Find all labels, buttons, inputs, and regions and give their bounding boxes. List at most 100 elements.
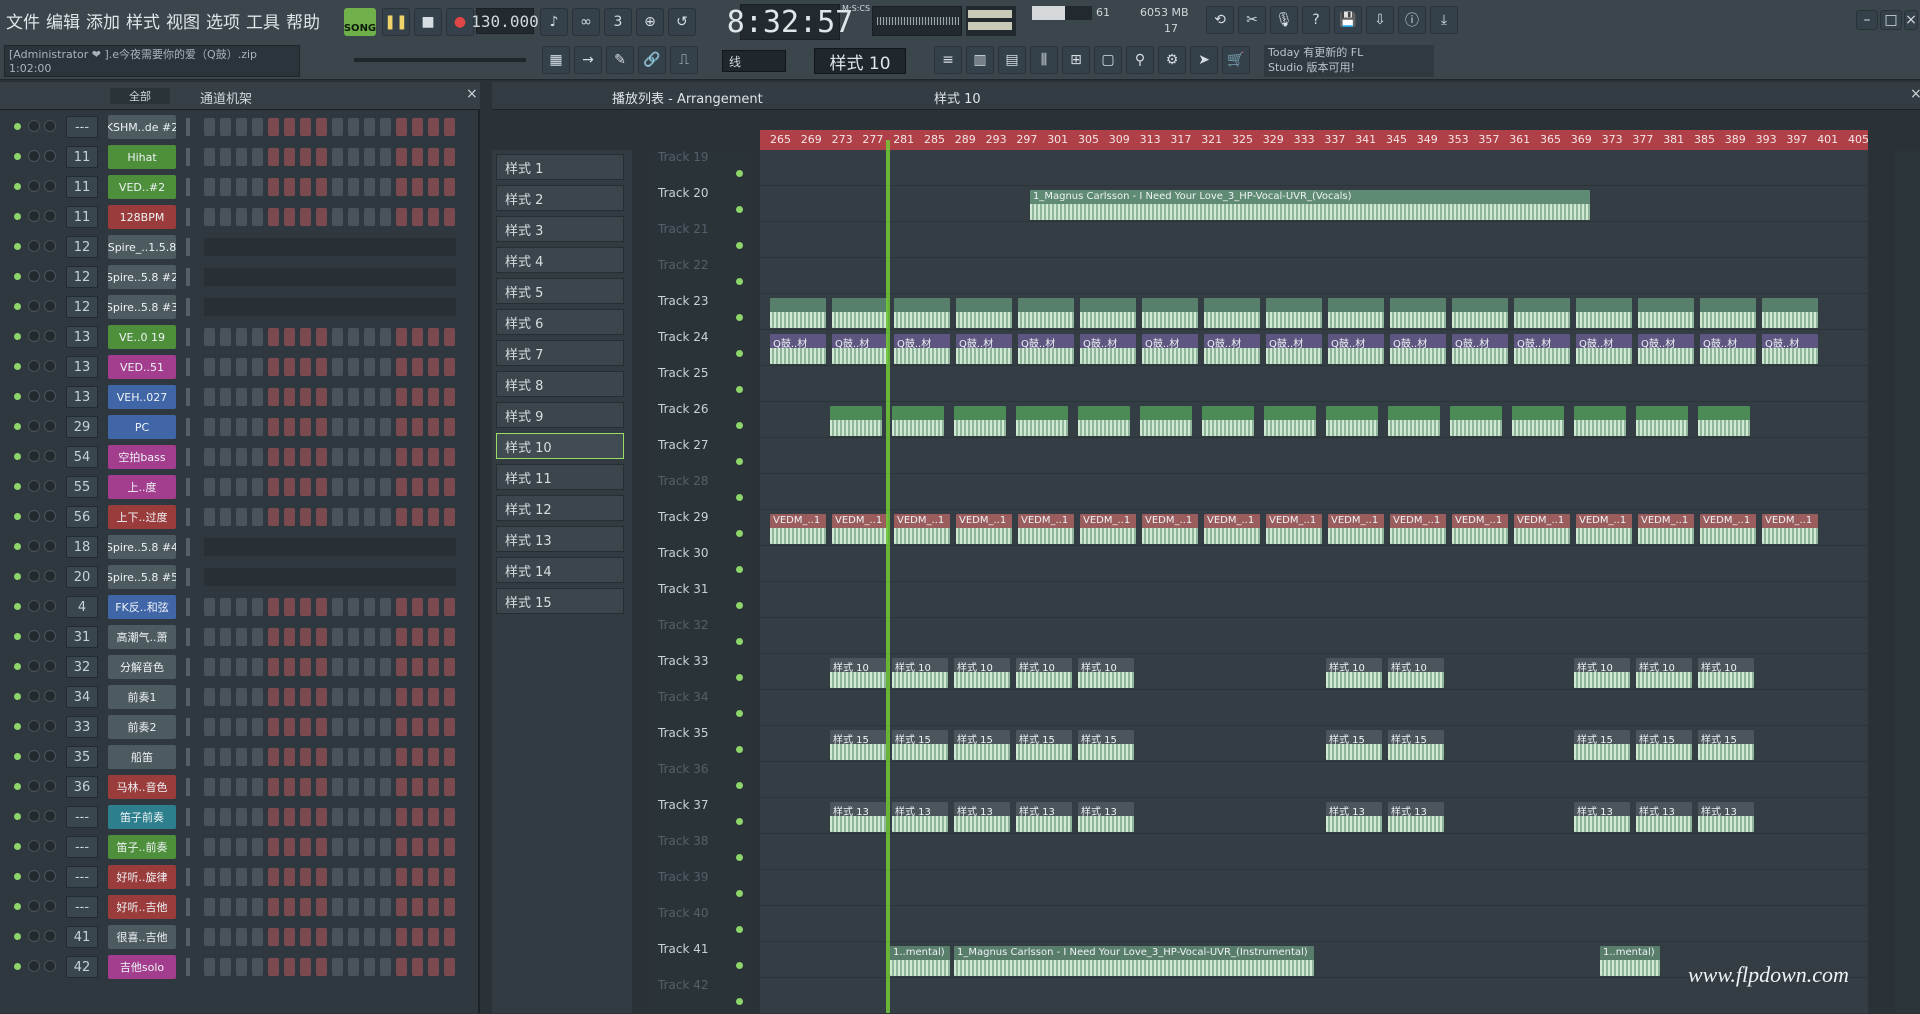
step-button[interactable] bbox=[428, 958, 439, 976]
step-button[interactable] bbox=[332, 418, 343, 436]
step-button[interactable] bbox=[268, 748, 279, 766]
step-button[interactable] bbox=[204, 628, 215, 646]
step-button[interactable] bbox=[316, 748, 327, 766]
step-button[interactable] bbox=[428, 928, 439, 946]
channel-mixer-number[interactable]: 12 bbox=[66, 236, 98, 258]
track-lane[interactable] bbox=[760, 690, 1868, 726]
step-button[interactable] bbox=[220, 328, 231, 346]
step-button[interactable] bbox=[396, 628, 407, 646]
step-button[interactable] bbox=[380, 778, 391, 796]
step-button[interactable] bbox=[396, 778, 407, 796]
step-button[interactable] bbox=[220, 388, 231, 406]
step-button[interactable] bbox=[316, 238, 327, 256]
pattern-13-clip[interactable]: 样式 13 bbox=[1016, 802, 1072, 832]
step-button[interactable] bbox=[396, 238, 407, 256]
track-mute-led[interactable] bbox=[736, 926, 743, 933]
step-button[interactable] bbox=[300, 898, 311, 916]
channel-pan-knob[interactable] bbox=[28, 930, 40, 942]
step-button[interactable] bbox=[364, 118, 375, 136]
info-icon[interactable]: ⓘ bbox=[1398, 6, 1426, 34]
step-button[interactable] bbox=[364, 208, 375, 226]
channel-row[interactable]: 54 空拍bass bbox=[0, 442, 480, 472]
step-button[interactable] bbox=[332, 838, 343, 856]
pattern-list-item[interactable]: 样式 3 bbox=[496, 216, 624, 242]
step-button[interactable] bbox=[444, 568, 455, 586]
audio-clip[interactable] bbox=[1576, 298, 1632, 328]
step-button[interactable] bbox=[364, 148, 375, 166]
step-button[interactable] bbox=[380, 838, 391, 856]
vedm-clip[interactable]: VEDM_..1 bbox=[1328, 514, 1384, 544]
channel-row[interactable]: 13 VEH..027 bbox=[0, 382, 480, 412]
step-button[interactable] bbox=[348, 268, 359, 286]
step-button[interactable] bbox=[204, 268, 215, 286]
channel-enable-led[interactable] bbox=[14, 273, 21, 280]
step-button[interactable] bbox=[380, 268, 391, 286]
step-button[interactable] bbox=[220, 478, 231, 496]
step-button[interactable] bbox=[316, 778, 327, 796]
mic-icon[interactable]: 🎙 bbox=[1270, 6, 1298, 34]
step-button[interactable] bbox=[316, 388, 327, 406]
step-button[interactable] bbox=[380, 718, 391, 736]
step-button[interactable] bbox=[380, 508, 391, 526]
track-mute-led[interactable] bbox=[736, 350, 743, 357]
step-button[interactable] bbox=[252, 538, 263, 556]
step-button[interactable] bbox=[348, 868, 359, 886]
step-button[interactable] bbox=[396, 418, 407, 436]
channel-name-button[interactable]: 前奏1 bbox=[108, 685, 176, 709]
step-button[interactable] bbox=[428, 748, 439, 766]
step-sequencer[interactable] bbox=[204, 358, 456, 376]
pattern-15-clip[interactable]: 样式 15 bbox=[892, 730, 948, 760]
channel-row[interactable]: 11 128BPM bbox=[0, 202, 480, 232]
step-button[interactable] bbox=[412, 718, 423, 736]
channel-enable-led[interactable] bbox=[14, 483, 21, 490]
step-button[interactable] bbox=[364, 538, 375, 556]
step-button[interactable] bbox=[220, 628, 231, 646]
channel-select-indicator[interactable] bbox=[186, 328, 190, 346]
step-button[interactable] bbox=[412, 628, 423, 646]
step-button[interactable] bbox=[444, 598, 455, 616]
step-sequencer[interactable] bbox=[204, 418, 456, 436]
step-button[interactable] bbox=[300, 268, 311, 286]
blend-notes-icon[interactable]: ⊕ bbox=[636, 8, 664, 36]
channel-pan-knob[interactable] bbox=[28, 600, 40, 612]
channel-name-button[interactable]: VEH..027 bbox=[108, 385, 176, 409]
track-header[interactable]: Track 42 bbox=[654, 978, 749, 1014]
step-button[interactable] bbox=[220, 958, 231, 976]
step-button[interactable] bbox=[316, 928, 327, 946]
step-button[interactable] bbox=[444, 478, 455, 496]
track-mute-led[interactable] bbox=[736, 710, 743, 717]
audio-clip[interactable] bbox=[1514, 298, 1570, 328]
step-button[interactable] bbox=[236, 688, 247, 706]
step-button[interactable] bbox=[348, 808, 359, 826]
channel-pan-knob[interactable] bbox=[28, 240, 40, 252]
channel-pan-knob[interactable] bbox=[28, 510, 40, 522]
pattern-clip[interactable]: Q鼓..材 bbox=[832, 334, 888, 364]
step-button[interactable] bbox=[236, 748, 247, 766]
step-button[interactable] bbox=[268, 178, 279, 196]
channel-row[interactable]: 56 上下..过度 bbox=[0, 502, 480, 532]
channel-pan-knob[interactable] bbox=[28, 750, 40, 762]
vedm-clip[interactable]: VEDM_..1 bbox=[1204, 514, 1260, 544]
channel-mixer-number[interactable]: 18 bbox=[66, 536, 98, 558]
audio-clip[interactable] bbox=[1326, 406, 1378, 436]
channel-pan-knob[interactable] bbox=[28, 900, 40, 912]
step-button[interactable] bbox=[284, 718, 295, 736]
channel-pan-knob[interactable] bbox=[28, 210, 40, 222]
step-button[interactable] bbox=[348, 718, 359, 736]
save-icon[interactable]: 💾 bbox=[1334, 6, 1362, 34]
step-button[interactable] bbox=[220, 298, 231, 316]
audio-clip[interactable]: 1..mental) bbox=[1600, 946, 1660, 976]
step-sequencer[interactable] bbox=[204, 448, 456, 466]
channel-pan-knob[interactable] bbox=[28, 480, 40, 492]
step-button[interactable] bbox=[412, 958, 423, 976]
channel-enable-led[interactable] bbox=[14, 873, 21, 880]
audio-clip[interactable] bbox=[1204, 298, 1260, 328]
menu-item[interactable]: 选项 bbox=[206, 8, 240, 33]
channel-enable-led[interactable] bbox=[14, 363, 21, 370]
step-button[interactable] bbox=[428, 688, 439, 706]
pattern-15-clip[interactable]: 样式 15 bbox=[1698, 730, 1754, 760]
step-button[interactable] bbox=[252, 868, 263, 886]
step-button[interactable] bbox=[252, 388, 263, 406]
channel-name-button[interactable]: 上..度 bbox=[108, 475, 176, 499]
step-sequencer[interactable] bbox=[204, 838, 456, 856]
